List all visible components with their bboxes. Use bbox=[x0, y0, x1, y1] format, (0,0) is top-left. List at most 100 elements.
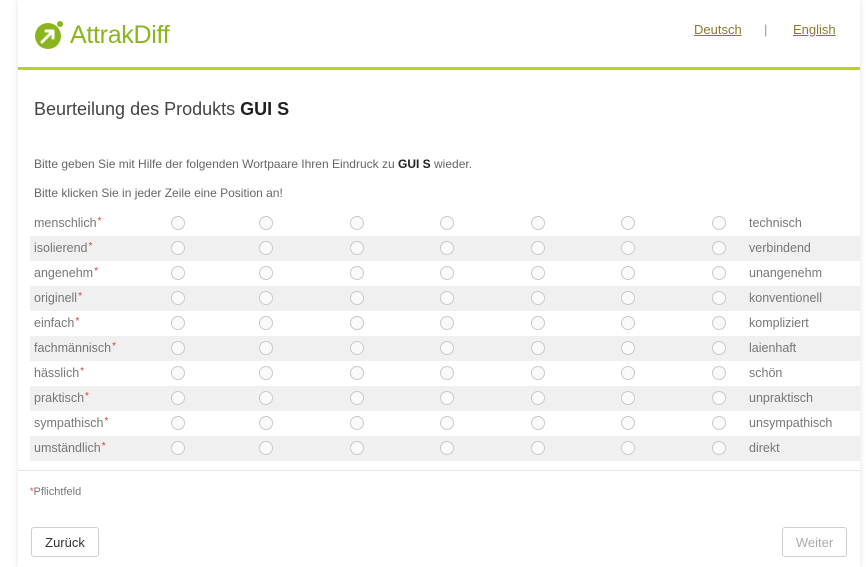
back-button[interactable]: Zurück bbox=[31, 527, 99, 557]
rating-radio-6[interactable] bbox=[621, 266, 635, 280]
rating-radio-6[interactable] bbox=[621, 416, 635, 430]
left-word: angenehm bbox=[34, 266, 94, 280]
rating-radio-2[interactable] bbox=[259, 341, 273, 355]
rating-radio-5[interactable] bbox=[531, 241, 545, 255]
required-marker: * bbox=[78, 291, 82, 302]
rating-radio-7[interactable] bbox=[712, 341, 726, 355]
rating-radio-3[interactable] bbox=[350, 241, 364, 255]
rating-radio-4[interactable] bbox=[440, 391, 454, 405]
rating-radio-5[interactable] bbox=[531, 266, 545, 280]
rating-radio-2[interactable] bbox=[259, 241, 273, 255]
word-pair-row: sympathisch* unsympathisch bbox=[30, 411, 860, 436]
word-pair-left-label: originell* bbox=[34, 291, 82, 305]
rating-radio-4[interactable] bbox=[440, 441, 454, 455]
rating-radio-6[interactable] bbox=[621, 241, 635, 255]
rating-radio-5[interactable] bbox=[531, 216, 545, 230]
next-button[interactable]: Weiter bbox=[782, 527, 847, 557]
rating-radio-2[interactable] bbox=[259, 366, 273, 380]
rating-radio-1[interactable] bbox=[171, 266, 185, 280]
rating-radio-2[interactable] bbox=[259, 266, 273, 280]
rating-radio-1[interactable] bbox=[171, 441, 185, 455]
rating-radio-6[interactable] bbox=[621, 291, 635, 305]
rating-radio-6[interactable] bbox=[621, 216, 635, 230]
left-word: hässlich bbox=[34, 366, 80, 380]
rating-radio-5[interactable] bbox=[531, 366, 545, 380]
rating-radio-2[interactable] bbox=[259, 416, 273, 430]
rating-radio-7[interactable] bbox=[712, 241, 726, 255]
rating-radio-4[interactable] bbox=[440, 416, 454, 430]
word-pair-right-label: laienhaft bbox=[749, 341, 797, 355]
rating-radio-7[interactable] bbox=[712, 366, 726, 380]
rating-radio-4[interactable] bbox=[440, 366, 454, 380]
rating-radio-7[interactable] bbox=[712, 266, 726, 280]
required-marker: * bbox=[88, 241, 93, 252]
rating-radio-7[interactable] bbox=[712, 216, 726, 230]
rating-radio-5[interactable] bbox=[531, 416, 545, 430]
word-pair-row: originell* konventionell bbox=[30, 286, 860, 311]
rating-radio-4[interactable] bbox=[440, 316, 454, 330]
lang-link-english-text[interactable]: English bbox=[793, 22, 836, 37]
rating-radio-5[interactable] bbox=[531, 391, 545, 405]
rating-radio-5[interactable] bbox=[531, 441, 545, 455]
rating-radio-1[interactable] bbox=[171, 241, 185, 255]
rating-radio-1[interactable] bbox=[171, 291, 185, 305]
left-word: einfach bbox=[34, 316, 75, 330]
rating-radio-1[interactable] bbox=[171, 391, 185, 405]
word-pair-right-label: schön bbox=[749, 366, 783, 380]
rating-radio-1[interactable] bbox=[171, 416, 185, 430]
rating-radio-5[interactable] bbox=[531, 316, 545, 330]
lang-link-deutsch[interactable]: Deutsch bbox=[694, 22, 742, 37]
rating-radio-3[interactable] bbox=[350, 291, 364, 305]
page-title: Beurteilung des Produkts GUI S bbox=[34, 99, 289, 120]
word-pair-right-label: unangenehm bbox=[749, 266, 822, 280]
lang-link-english[interactable]: English bbox=[793, 22, 836, 37]
word-pair-row: isolierend* verbindend bbox=[30, 236, 860, 261]
rating-radio-3[interactable] bbox=[350, 216, 364, 230]
rating-radio-2[interactable] bbox=[259, 441, 273, 455]
rating-radio-1[interactable] bbox=[171, 341, 185, 355]
rating-radio-3[interactable] bbox=[350, 416, 364, 430]
rating-radio-2[interactable] bbox=[259, 391, 273, 405]
rating-radio-7[interactable] bbox=[712, 441, 726, 455]
rating-radio-7[interactable] bbox=[712, 291, 726, 305]
rating-radio-6[interactable] bbox=[621, 316, 635, 330]
word-pair-row: hässlich* schön bbox=[30, 361, 860, 386]
rating-radio-3[interactable] bbox=[350, 341, 364, 355]
rating-radio-1[interactable] bbox=[171, 216, 185, 230]
word-pair-left-label: einfach* bbox=[34, 316, 79, 330]
word-pair-left-label: fachmännisch* bbox=[34, 341, 116, 355]
required-field-note: *Pflichtfeld bbox=[30, 486, 81, 498]
rating-radio-7[interactable] bbox=[712, 391, 726, 405]
rating-radio-6[interactable] bbox=[621, 341, 635, 355]
rating-radio-7[interactable] bbox=[712, 316, 726, 330]
rating-radio-6[interactable] bbox=[621, 391, 635, 405]
rating-radio-2[interactable] bbox=[259, 216, 273, 230]
rating-radio-3[interactable] bbox=[350, 266, 364, 280]
rating-radio-6[interactable] bbox=[621, 441, 635, 455]
rating-radio-4[interactable] bbox=[440, 241, 454, 255]
rating-radio-5[interactable] bbox=[531, 291, 545, 305]
rating-radio-4[interactable] bbox=[440, 216, 454, 230]
rating-radio-4[interactable] bbox=[440, 341, 454, 355]
rating-radio-5[interactable] bbox=[531, 341, 545, 355]
word-pair-row: praktisch* unpraktisch bbox=[30, 386, 860, 411]
left-word: fachmännisch bbox=[34, 341, 112, 355]
rating-radio-4[interactable] bbox=[440, 291, 454, 305]
word-pair-left-label: sympathisch* bbox=[34, 416, 108, 430]
rating-radio-4[interactable] bbox=[440, 266, 454, 280]
rating-radio-3[interactable] bbox=[350, 316, 364, 330]
left-word: praktisch bbox=[34, 391, 85, 405]
rating-radio-1[interactable] bbox=[171, 366, 185, 380]
rating-radio-7[interactable] bbox=[712, 416, 726, 430]
rating-radio-1[interactable] bbox=[171, 316, 185, 330]
rating-radio-3[interactable] bbox=[350, 366, 364, 380]
intro-before: Bitte geben Sie mit Hilfe der folgenden … bbox=[34, 157, 395, 171]
rating-radio-2[interactable] bbox=[259, 316, 273, 330]
lang-link-deutsch-text[interactable]: Deutsch bbox=[694, 22, 742, 37]
rating-radio-2[interactable] bbox=[259, 291, 273, 305]
rating-radio-3[interactable] bbox=[350, 391, 364, 405]
intro-text: Bitte geben Sie mit Hilfe der folgenden … bbox=[34, 157, 472, 171]
rating-radio-6[interactable] bbox=[621, 366, 635, 380]
word-pair-right-label: technisch bbox=[749, 216, 802, 230]
rating-radio-3[interactable] bbox=[350, 441, 364, 455]
